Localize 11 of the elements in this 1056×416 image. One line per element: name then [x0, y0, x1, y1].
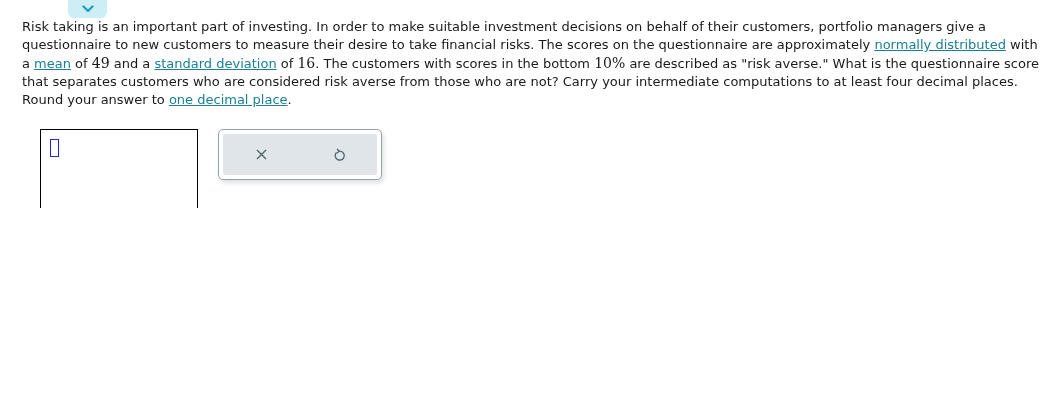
glossary-link[interactable]: normally distributed — [874, 37, 1006, 52]
glossary-link[interactable]: mean — [34, 56, 71, 71]
collapse-tab[interactable] — [68, 0, 107, 18]
glossary-link[interactable]: standard deviation — [154, 56, 277, 71]
glossary-link[interactable]: one decimal place — [168, 92, 288, 107]
chevron-down-icon — [81, 5, 94, 13]
undo-icon — [332, 147, 345, 162]
close-icon — [256, 149, 267, 160]
text-cursor — [50, 139, 59, 157]
answer-input-field[interactable] — [40, 129, 198, 208]
question-text: Risk taking is an important part of investing. In order to make suitable investment decisions on behalf of their customers, portfolio managers give a questionnaire to new customers to measure their desire to take financial risks. The scores on the questionnaire are approximately normally distributed with a mean of 49 and a standard deviation of 16. The customers with scores in the bottom 10% are described as "risk averse." What is the questionnaire score that separates customers who are considered risk averse from those who are not? Carry your intermediate computations to at least four decimal places. Round your answer to one decimal place. — [22, 18, 1040, 109]
